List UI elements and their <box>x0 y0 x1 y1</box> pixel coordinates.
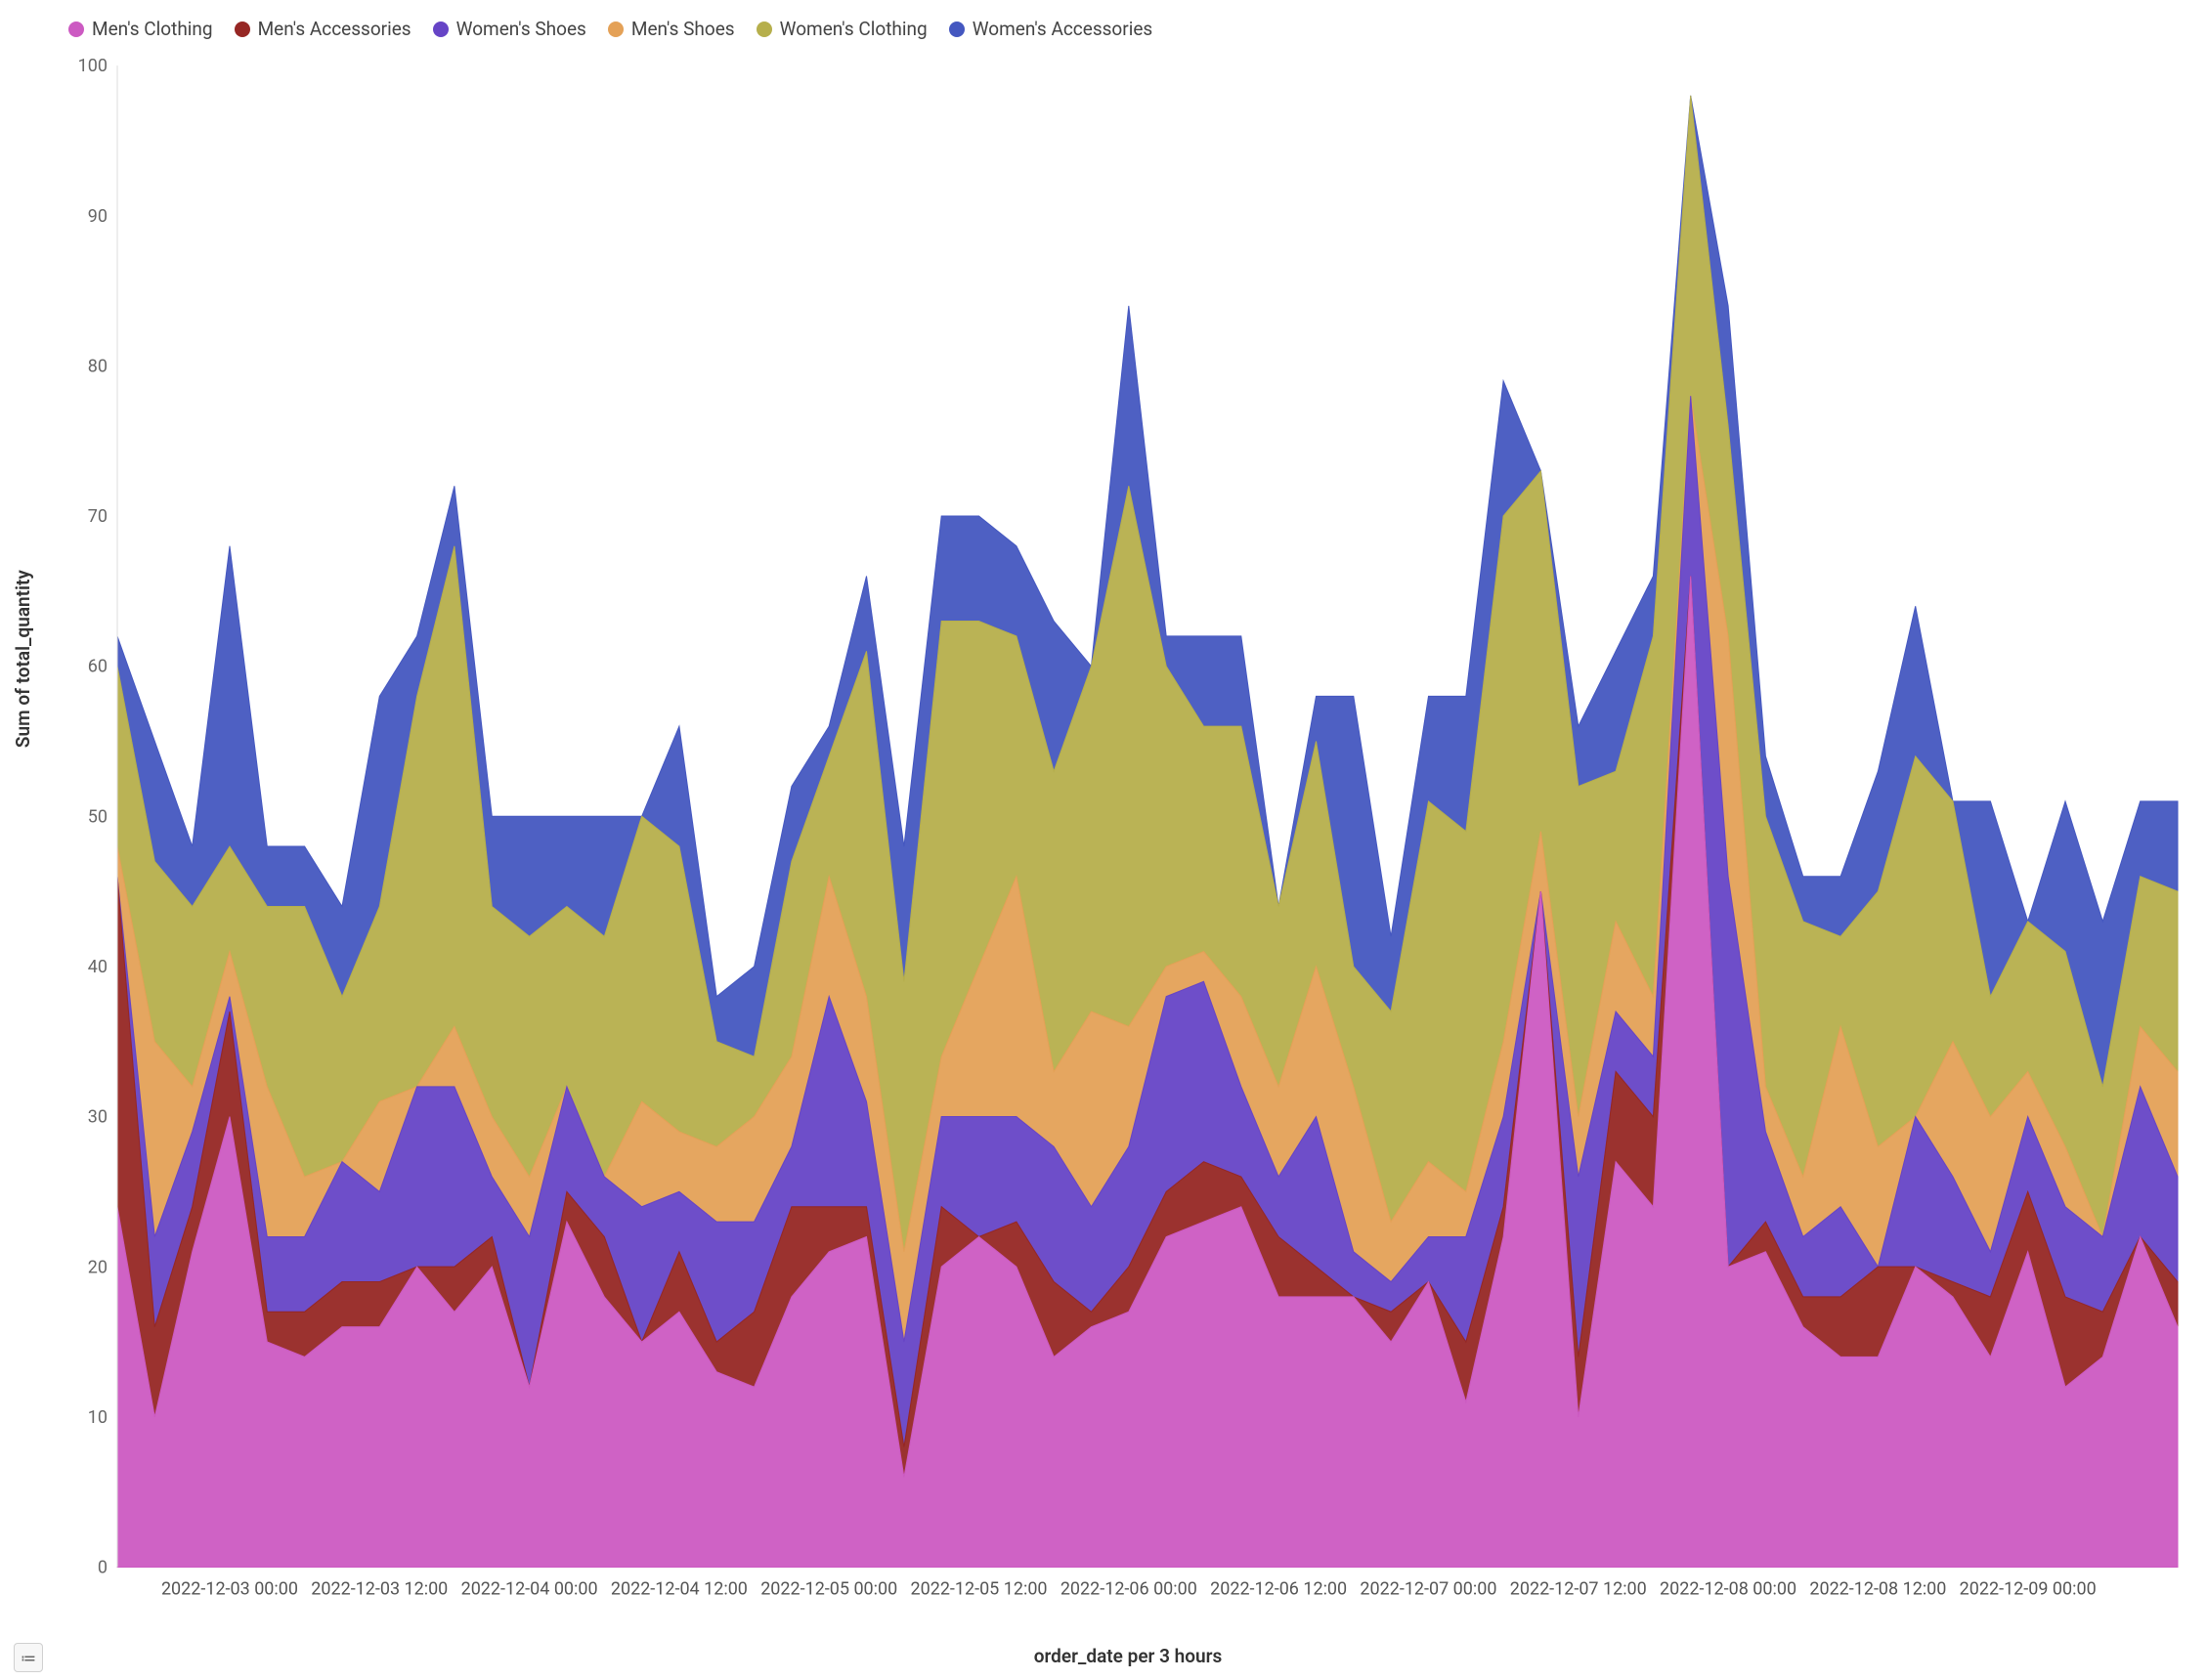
svg-text:2022-12-03 00:00: 2022-12-03 00:00 <box>161 1579 298 1600</box>
legend-item[interactable]: Men's Clothing <box>68 18 213 40</box>
svg-text:50: 50 <box>88 806 108 827</box>
svg-text:2022-12-06 12:00: 2022-12-06 12:00 <box>1210 1579 1347 1600</box>
svg-text:10: 10 <box>88 1407 108 1428</box>
svg-text:2022-12-03 12:00: 2022-12-03 12:00 <box>311 1579 448 1600</box>
legend-swatch <box>433 22 449 37</box>
svg-text:20: 20 <box>88 1257 108 1277</box>
legend-label: Men's Clothing <box>92 18 213 40</box>
svg-text:2022-12-05 00:00: 2022-12-05 00:00 <box>760 1579 897 1600</box>
legend-item[interactable]: Men's Accessories <box>235 18 411 40</box>
legend-label: Women's Clothing <box>780 18 928 40</box>
legend: Men's Clothing Men's Accessories Women's S… <box>68 12 2187 56</box>
svg-text:2022-12-08 12:00: 2022-12-08 12:00 <box>1809 1579 1946 1600</box>
svg-text:30: 30 <box>88 1107 108 1128</box>
svg-text:100: 100 <box>78 56 108 76</box>
svg-text:90: 90 <box>88 206 108 227</box>
legend-swatch <box>68 22 84 37</box>
svg-text:40: 40 <box>88 957 108 977</box>
svg-text:60: 60 <box>88 657 108 677</box>
legend-item[interactable]: Men's Shoes <box>608 18 735 40</box>
svg-text:80: 80 <box>88 356 108 376</box>
svg-text:2022-12-04 00:00: 2022-12-04 00:00 <box>461 1579 598 1600</box>
legend-swatch <box>949 22 965 37</box>
svg-text:2022-12-06 00:00: 2022-12-06 00:00 <box>1060 1579 1197 1600</box>
list-icon: ≔ <box>21 1649 36 1667</box>
legend-item[interactable]: Women's Clothing <box>757 18 928 40</box>
svg-text:2022-12-08 00:00: 2022-12-08 00:00 <box>1660 1579 1796 1600</box>
legend-swatch <box>608 22 624 37</box>
svg-text:0: 0 <box>98 1557 108 1577</box>
legend-label: Men's Accessories <box>258 18 411 40</box>
svg-text:2022-12-04 12:00: 2022-12-04 12:00 <box>611 1579 748 1600</box>
legend-toggle-button[interactable]: ≔ <box>14 1643 43 1672</box>
svg-text:2022-12-07 12:00: 2022-12-07 12:00 <box>1510 1579 1647 1600</box>
svg-text:2022-12-05 12:00: 2022-12-05 12:00 <box>911 1579 1048 1600</box>
svg-text:2022-12-09 00:00: 2022-12-09 00:00 <box>1960 1579 2097 1600</box>
x-axis-title: order_date per 3 hours <box>1034 1645 1223 1667</box>
svg-text:70: 70 <box>88 506 108 527</box>
legend-item[interactable]: Women's Accessories <box>949 18 1153 40</box>
legend-item[interactable]: Women's Shoes <box>433 18 586 40</box>
legend-label: Women's Shoes <box>456 18 586 40</box>
y-axis-title: Sum of total_quantity <box>12 570 34 748</box>
legend-swatch <box>235 22 250 37</box>
svg-text:2022-12-07 00:00: 2022-12-07 00:00 <box>1360 1579 1496 1600</box>
plot-area: Sum of total_quantity order_date per 3 h… <box>68 56 2187 1616</box>
legend-swatch <box>757 22 772 37</box>
area-chart[interactable]: 0 10 20 30 40 50 60 70 80 90 100 2022-12-03 00:00 20… <box>68 56 2187 1616</box>
legend-label: Women's Accessories <box>973 18 1153 40</box>
legend-label: Men's Shoes <box>631 18 735 40</box>
